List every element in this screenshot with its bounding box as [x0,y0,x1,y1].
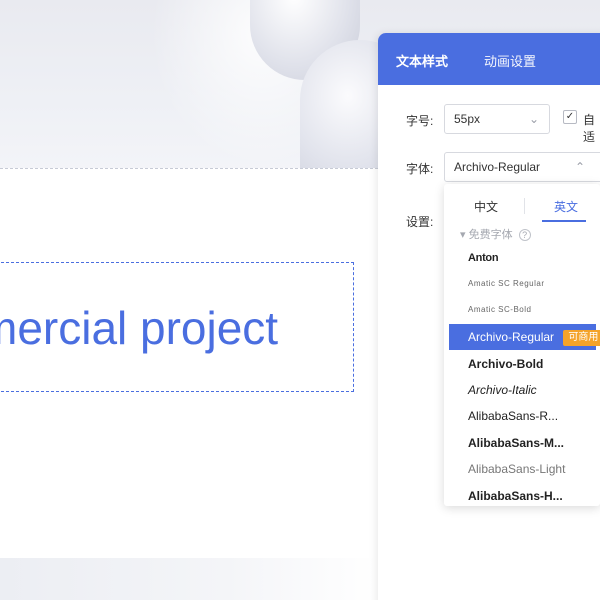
font-family-value: Archivo-Regular [454,160,541,174]
font-option-amatic-bold[interactable]: Amatic SC-Bold [444,297,600,323]
font-option-amatic-regular[interactable]: Amatic SC Regular [444,271,600,297]
font-family-label: 字体: [406,162,434,176]
font-option-label: AlibabaSans-M... [468,436,565,450]
dropdown-tab-english[interactable]: 英文 [554,198,578,215]
text-layer-content[interactable]: mercial project [0,301,278,355]
font-option-label: Anton [468,252,499,264]
font-option-alibabasans-light[interactable]: AlibabaSans-Light [444,456,600,482]
font-option-label: Archivo-Bold [468,357,544,371]
commercial-use-badge: 可商用 [563,329,600,346]
selected-text-box[interactable]: mercial project [0,262,354,392]
font-size-select[interactable]: 55px ⌄ [444,104,550,134]
chevron-down-icon: ⌄ [528,112,539,126]
font-size-value: 55px [454,112,481,126]
panel-tab-bar: 文本样式 动画设置 [378,33,600,85]
font-option-anton[interactable]: Anton [444,245,600,271]
font-option-alibabasans-heavy[interactable]: AlibabaSans-H... [444,483,600,509]
font-option-label: AlibabaSans-H... [468,489,563,503]
font-option-label: AlibabaSans-Light [468,462,566,476]
font-option-label: Archivo-Regular [468,330,555,344]
tab-text-style[interactable]: 文本样式 [396,51,448,70]
font-family-select[interactable]: Archivo-Regular ⌃ [444,152,600,182]
auto-fit-label: 自适 [583,113,596,144]
font-option-alibabasans-medium[interactable]: AlibabaSans-M... [444,430,600,456]
canvas-bottom-image [0,558,378,600]
caret-down-icon: ▾ [460,229,466,241]
font-size-label: 字号: [406,114,434,128]
font-dropdown: 中文 英文 ▾ 免费字体 ? Anton Amatic SC Regular A… [444,184,600,506]
tab-animation-settings[interactable]: 动画设置 [484,51,536,70]
font-option-label: Archivo-Italic [468,383,537,397]
free-fonts-group[interactable]: ▾ 免费字体 ? [460,226,531,242]
chevron-up-icon: ⌃ [574,160,585,174]
free-fonts-label: 免费字体 [468,229,513,241]
font-option-alibabasans-regular[interactable]: AlibabaSans-R... [444,403,600,429]
font-option-label: Amatic SC Regular [468,279,545,288]
active-tab-indicator [542,220,586,222]
dropdown-tab-chinese[interactable]: 中文 [474,198,498,215]
settings-label: 设置: [406,215,434,229]
help-icon[interactable]: ? [518,229,531,241]
font-option-archivo-bold[interactable]: Archivo-Bold [444,351,600,377]
auto-fit-checkbox[interactable]: ✓ [563,110,577,124]
font-option-archivo-regular[interactable]: Archivo-Regular 可商用 [449,324,600,350]
font-option-archivo-italic[interactable]: Archivo-Italic [444,377,600,403]
font-option-label: AlibabaSans-R... [468,409,559,423]
tab-divider [524,198,525,214]
font-option-label: Amatic SC-Bold [468,305,532,314]
